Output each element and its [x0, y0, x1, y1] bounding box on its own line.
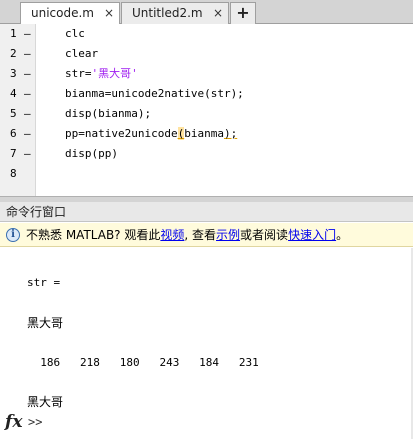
output-line: 186 218 180 243 184 231: [27, 356, 259, 369]
tab-unicode-m[interactable]: unicode.m ×: [20, 2, 120, 25]
code-text: str='黑大哥': [65, 64, 138, 84]
info-text-part: 或者阅读: [240, 228, 289, 242]
info-text-part: 。: [336, 228, 349, 242]
close-icon[interactable]: ×: [104, 3, 114, 23]
string-literal: '黑大哥': [91, 67, 138, 80]
code-line-1[interactable]: 1 – clc: [0, 24, 413, 44]
line-number: 4: [10, 87, 17, 100]
examples-link[interactable]: 示例: [216, 228, 240, 242]
info-bar: i 不熟悉 MATLAB? 观看此视频, 查看示例或者阅读快速入门。: [0, 223, 413, 247]
close-icon[interactable]: ×: [213, 3, 223, 23]
line-number: 6: [10, 127, 17, 140]
new-tab-button[interactable]: +: [230, 2, 256, 24]
command-window-title: 命令行窗口: [0, 202, 413, 222]
code-text: bianma=unicode2native(str);: [65, 87, 244, 100]
code-line-6[interactable]: 6 – pp=native2unicode(bianma);: [0, 124, 413, 144]
output-line: 黑大哥: [27, 395, 64, 409]
editor-tab-bar: unicode.m × Untitled2.m × +: [0, 0, 413, 25]
line-number: 8: [10, 167, 17, 180]
code-text-call: pp=native2unicode: [65, 127, 178, 140]
code-line-2[interactable]: 2 – clear: [0, 44, 413, 64]
output-line: 黑大哥: [27, 316, 64, 330]
line-number: 7: [10, 147, 17, 160]
breakpoint-marker[interactable]: –: [24, 124, 31, 144]
code-line-4[interactable]: 4 – bianma=unicode2native(str);: [0, 84, 413, 104]
breakpoint-marker[interactable]: –: [24, 84, 31, 104]
breakpoint-marker[interactable]: –: [24, 104, 31, 124]
getting-started-link[interactable]: 快速入门: [288, 228, 336, 242]
tab-untitled2-m[interactable]: Untitled2.m ×: [121, 2, 229, 24]
line-number: 5: [10, 107, 17, 120]
code-text: disp(pp): [65, 147, 118, 160]
code-line-5[interactable]: 5 – disp(bianma);: [0, 104, 413, 124]
code-text: disp(bianma);: [65, 107, 152, 120]
breakpoint-marker[interactable]: –: [24, 44, 31, 64]
info-icon: i: [6, 228, 20, 242]
output-line: str =: [27, 276, 61, 289]
code-text: clc: [65, 27, 85, 40]
code-text-arg: bianma: [184, 127, 224, 140]
breakpoint-marker[interactable]: –: [24, 144, 31, 164]
command-prompt-row[interactable]: fx >>: [0, 411, 413, 435]
tab-label: Untitled2.m: [132, 6, 203, 20]
code-line-8[interactable]: 8: [0, 164, 413, 184]
code-text: clear: [65, 47, 99, 60]
breakpoint-marker[interactable]: –: [24, 64, 31, 84]
info-text: 不熟悉 MATLAB? 观看此视频, 查看示例或者阅读快速入门。: [26, 223, 348, 247]
line-number: 3: [10, 67, 17, 80]
tab-label: unicode.m: [31, 6, 94, 20]
code-text-assign: str=: [65, 67, 92, 80]
code-line-7[interactable]: 7 – disp(pp): [0, 144, 413, 164]
breakpoint-marker[interactable]: –: [24, 24, 31, 44]
command-prompt[interactable]: >>: [28, 415, 42, 429]
line-number: 1: [10, 27, 17, 40]
code-line-3[interactable]: 3 – str='黑大哥': [0, 64, 413, 84]
code-text: pp=native2unicode(bianma);: [65, 124, 237, 144]
line-number: 2: [10, 47, 17, 60]
info-text-part: 不熟悉 MATLAB? 观看此: [26, 228, 161, 242]
info-text-part: , 查看: [184, 228, 217, 242]
code-text-close: );: [223, 127, 238, 140]
function-browser-icon[interactable]: fx: [5, 411, 22, 433]
code-editor[interactable]: 1 – clc 2 – clear 3 – str='黑大哥' 4 – bian…: [0, 24, 413, 196]
video-link[interactable]: 视频: [160, 228, 184, 242]
